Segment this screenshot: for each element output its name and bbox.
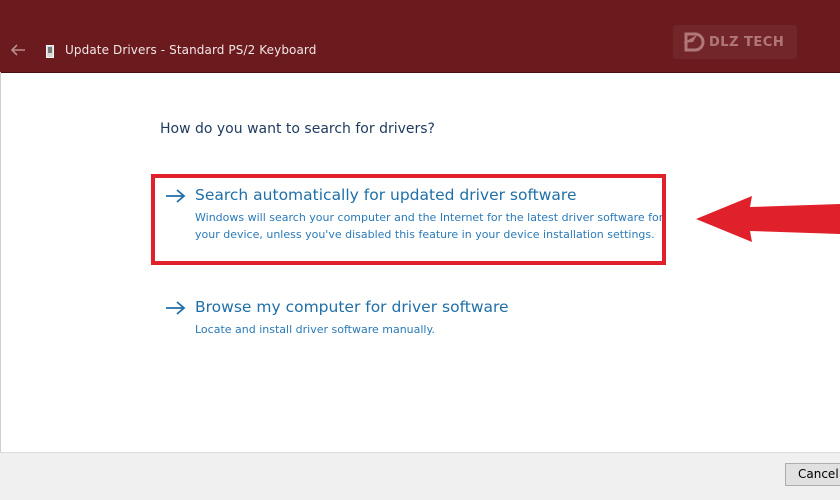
window-title: Update Drivers - Standard PS/2 Keyboard — [65, 43, 317, 57]
update-drivers-window: Update Drivers - Standard PS/2 Keyboard … — [0, 0, 840, 500]
browse-computer-option[interactable]: Browse my computer for driver software L… — [165, 298, 665, 338]
page-heading: How do you want to search for drivers? — [160, 121, 435, 137]
logo-mark-icon — [683, 32, 705, 52]
title-bar: Update Drivers - Standard PS/2 Keyboard … — [0, 0, 840, 73]
back-button[interactable] — [8, 40, 28, 60]
cancel-button[interactable]: Cancel — [785, 463, 840, 486]
watermark-text: DLZ TECH — [709, 34, 785, 50]
keyboard-device-icon — [46, 43, 54, 58]
watermark-logo: DLZ TECH — [673, 25, 797, 59]
annotation-highlight-box — [151, 174, 666, 265]
window-edge — [0, 72, 1, 452]
option-title: Browse my computer for driver software — [195, 298, 509, 316]
dialog-footer: Cancel — [0, 452, 840, 500]
right-arrow-icon — [166, 301, 186, 315]
back-arrow-icon — [10, 44, 25, 56]
annotation-pointer-arrow — [696, 196, 840, 242]
option-description: Locate and install driver software manua… — [195, 323, 435, 336]
